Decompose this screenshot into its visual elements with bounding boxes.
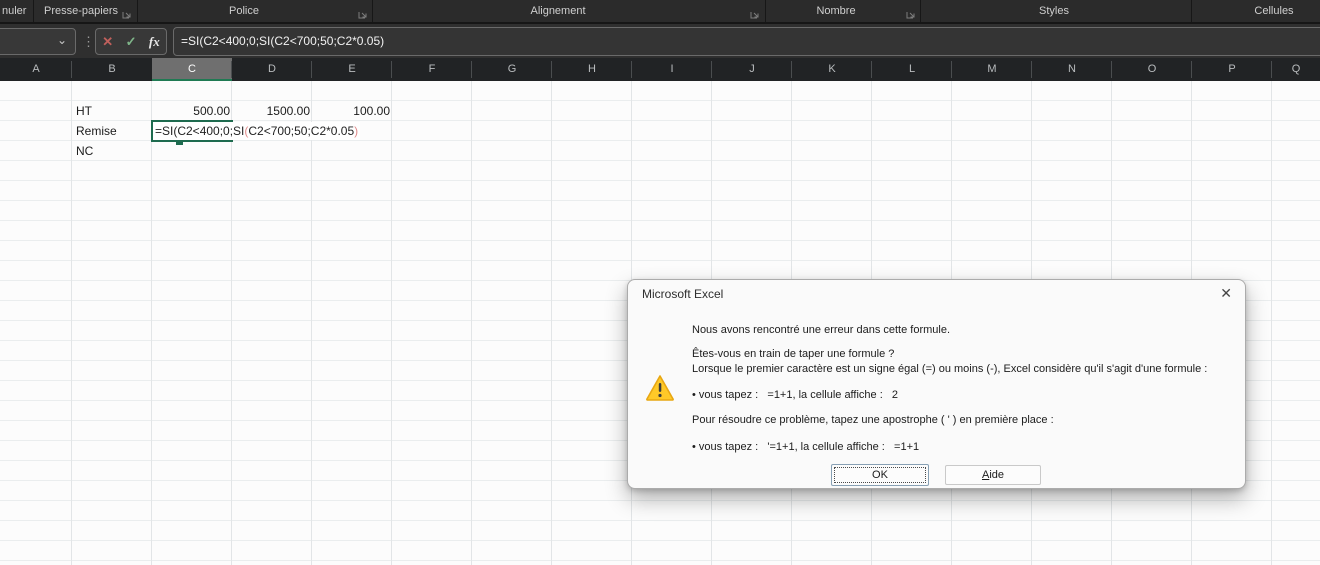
dialog-message-line3: Lorsque le premier caractère est un sign…: [692, 363, 1208, 375]
ribbon-group-annuler-label: nuler: [2, 5, 27, 17]
chevron-down-icon[interactable]: ⌄: [57, 33, 67, 47]
column-header-c-selected[interactable]: C: [152, 58, 232, 81]
column-header-k[interactable]: K: [792, 58, 872, 81]
formula-input[interactable]: =SI(C2<400;0;SI(C2<700;50;C2*0.05): [173, 27, 1320, 56]
column-header-divider: [391, 61, 392, 78]
column-header-divider: [1111, 61, 1112, 78]
microsoft-excel-error-dialog: Microsoft Excel ✕ Nous avons rencontré u…: [627, 279, 1246, 489]
dialog-title: Microsoft Excel: [642, 287, 724, 301]
cell-D2[interactable]: 1500.00: [232, 101, 310, 121]
dialog-message-line6: • vous tapez : '=1+1, la cellule affiche…: [692, 441, 920, 453]
ribbon-group-presse-papiers-label: Presse-papiers: [44, 5, 118, 17]
ribbon-group-alignement-label: Alignement: [530, 5, 586, 17]
ribbon-separator: [1191, 0, 1192, 22]
ribbon-separator: [372, 0, 373, 22]
formula-buttons-group: ✕ ✓ fx: [95, 28, 167, 55]
warning-icon: [645, 374, 675, 407]
cell-C2[interactable]: 500.00: [152, 101, 230, 121]
ribbon-group-nombre-label: Nombre: [816, 5, 856, 17]
formula-bar: ⌄ ⋮ ✕ ✓ fx =SI(C2<400;0;SI(C2<700;50;C2*…: [0, 22, 1320, 58]
column-header-divider: [231, 61, 232, 78]
column-header-e[interactable]: E: [312, 58, 392, 81]
help-button-label-rest: ide: [989, 469, 1005, 481]
column-header-divider: [471, 61, 472, 78]
enter-icon[interactable]: ✓: [126, 34, 137, 50]
column-header-divider: [1031, 61, 1032, 78]
cell-B4[interactable]: NC: [76, 141, 146, 161]
close-icon[interactable]: ✕: [1220, 285, 1232, 302]
column-header-divider: [871, 61, 872, 78]
column-header-divider: [711, 61, 712, 78]
column-header-divider: [951, 61, 952, 78]
cell-B3[interactable]: Remise: [76, 121, 146, 141]
ribbon-separator: [765, 0, 766, 22]
dialog-launcher-icon[interactable]: [750, 6, 760, 19]
edit-cell-cursor-mark: [176, 141, 183, 145]
cancel-icon[interactable]: ✕: [102, 34, 113, 50]
column-header-l[interactable]: L: [872, 58, 952, 81]
column-header-divider: [71, 61, 72, 78]
cell-B2[interactable]: HT: [76, 101, 146, 121]
cell-C3-edit-mode[interactable]: =SI(C2<400;0;SI(C2<700;50;C2*0.05): [151, 120, 361, 142]
ribbon-strip: nuler Presse-papiers Police Alignement N…: [0, 0, 1320, 22]
column-header-q[interactable]: Q: [1272, 58, 1320, 81]
cell-C3-formula-text: =SI(C2<400;0;SI(C2<700;50;C2*0.05): [155, 122, 361, 140]
ribbon-group-styles-label: Styles: [1039, 5, 1069, 17]
ribbon-group-police-label: Police: [229, 5, 259, 17]
column-header-p[interactable]: P: [1192, 58, 1272, 81]
cell-E2[interactable]: 100.00: [312, 101, 390, 121]
column-header-a[interactable]: A: [0, 58, 72, 81]
column-header-divider: [1191, 61, 1192, 78]
name-box[interactable]: ⌄: [0, 28, 76, 55]
column-header-m[interactable]: M: [952, 58, 1032, 81]
column-header-n[interactable]: N: [1032, 58, 1112, 81]
column-header-j[interactable]: J: [712, 58, 792, 81]
column-header-divider: [631, 61, 632, 78]
dialog-message-line4: • vous tapez : =1+1, la cellule affiche …: [692, 389, 899, 401]
dialog-message-line5: Pour résoudre ce problème, tapez une apo…: [692, 414, 1054, 426]
dialog-message-line1: Nous avons rencontré une erreur dans cet…: [692, 324, 951, 336]
column-headers: A B C D E F G H I J K L M N O P Q: [0, 58, 1320, 81]
dialog-launcher-icon[interactable]: [906, 6, 916, 19]
column-header-b[interactable]: B: [72, 58, 152, 81]
column-header-divider: [311, 61, 312, 78]
column-header-i[interactable]: I: [632, 58, 712, 81]
column-header-divider: [1271, 61, 1272, 78]
help-button[interactable]: Aide: [945, 465, 1041, 485]
column-header-divider: [791, 61, 792, 78]
ribbon-separator: [137, 0, 138, 22]
column-header-d[interactable]: D: [232, 58, 312, 81]
column-header-divider: [551, 61, 552, 78]
column-header-g[interactable]: G: [472, 58, 552, 81]
ribbon-group-cellules-label: Cellules: [1254, 5, 1294, 17]
column-header-h[interactable]: H: [552, 58, 632, 81]
ok-button[interactable]: OK: [831, 464, 929, 486]
formula-bar-drag-handle[interactable]: ⋮: [82, 28, 95, 55]
dialog-message-line2: Êtes-vous en train de taper une formule …: [692, 348, 895, 360]
insert-function-icon[interactable]: fx: [149, 34, 160, 50]
column-header-f[interactable]: F: [392, 58, 472, 81]
ribbon-separator: [920, 0, 921, 22]
column-header-o[interactable]: O: [1112, 58, 1192, 81]
ribbon-separator: [33, 0, 34, 22]
dialog-launcher-icon[interactable]: [122, 6, 132, 19]
dialog-launcher-icon[interactable]: [358, 6, 368, 19]
